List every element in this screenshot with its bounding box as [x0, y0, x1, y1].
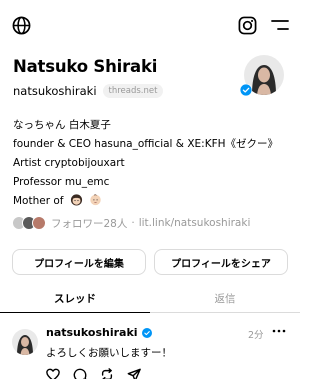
post-timestamp: 2分 — [248, 330, 264, 341]
bio-line: なっちゃん 白木夏子 — [13, 119, 111, 131]
separator-dot: · — [131, 217, 135, 229]
domain-badge[interactable]: threads.net — [102, 84, 164, 98]
top-bar — [0, 0, 300, 50]
verified-badge-icon — [240, 84, 252, 96]
tab-threads[interactable]: スレッド — [0, 289, 150, 313]
tab-replies[interactable]: 返信 — [150, 289, 300, 313]
profile-name: Natsuko Shiraki — [13, 57, 158, 76]
post-actions — [46, 368, 154, 379]
followers-row: フォロワー28人 · lit.link/natsukoshiraki — [12, 214, 250, 232]
globe-icon[interactable] — [12, 16, 31, 35]
post-author-row: natsukoshiraki — [46, 326, 152, 339]
username: natsukoshiraki — [13, 84, 97, 98]
edit-profile-button[interactable]: プロフィールを編集 — [12, 249, 146, 275]
verified-badge-icon — [141, 327, 152, 338]
post-author-name[interactable]: natsukoshiraki — [46, 326, 138, 339]
bio-line: Mother of — [13, 192, 278, 211]
followers-count[interactable]: フォロワー28人 — [51, 216, 127, 231]
menu-icon[interactable] — [271, 19, 289, 31]
send-icon[interactable] — [127, 368, 141, 379]
bio: なっちゃん 白木夏子 founder & CEO hasuna_official… — [13, 116, 278, 211]
bio-line: Professor mu_emc — [13, 176, 110, 188]
post-text: よろしくお願いしますー！ — [46, 347, 172, 359]
share-profile-button[interactable]: プロフィールをシェア — [154, 249, 288, 275]
comment-icon[interactable] — [73, 368, 87, 379]
bio-line-text: Mother of — [13, 195, 64, 207]
bio-line: founder & CEO hasuna_official & XE:KFH《ゼ… — [13, 138, 279, 150]
instagram-icon[interactable] — [238, 16, 257, 35]
repost-icon[interactable] — [100, 368, 114, 379]
more-options-icon[interactable] — [272, 326, 286, 336]
baby-emoji — [90, 194, 101, 206]
post-author-avatar[interactable] — [12, 329, 38, 355]
username-row: natsukoshiraki threads.net — [13, 82, 164, 100]
girl-emoji — [70, 194, 82, 206]
profile-link[interactable]: lit.link/natsukoshiraki — [139, 217, 251, 229]
bio-line: Artist cryptobijouxart — [13, 157, 125, 169]
heart-icon[interactable] — [46, 368, 60, 379]
profile-tabs: スレッド 返信 — [0, 289, 300, 313]
follower-avatar[interactable] — [32, 216, 46, 230]
